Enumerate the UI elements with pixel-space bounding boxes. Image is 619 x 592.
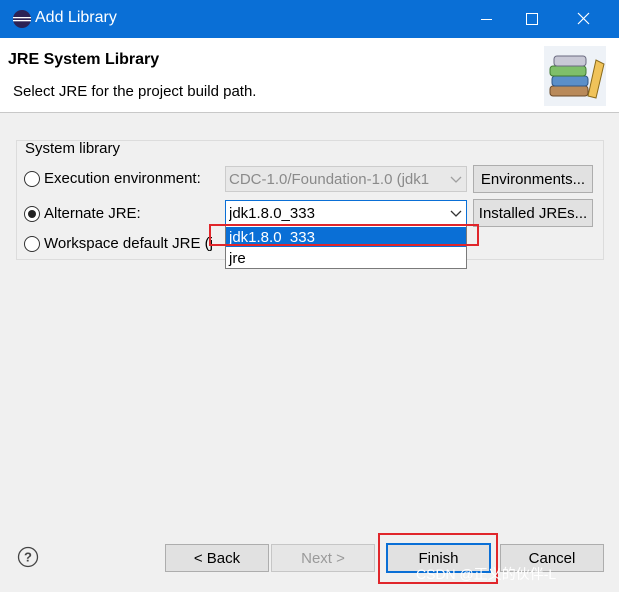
svg-text:?: ? xyxy=(24,550,32,565)
execution-environment-value: CDC-1.0/Foundation-1.0 (jdk1 xyxy=(229,171,430,188)
highlight-box-dropdown xyxy=(209,224,479,246)
execution-environment-radio[interactable] xyxy=(24,171,40,187)
minimize-icon[interactable] xyxy=(463,0,509,38)
execution-environment-label: Execution environment: xyxy=(44,170,201,187)
page-subtitle: Select JRE for the project build path. xyxy=(13,83,257,100)
execution-environment-combo[interactable]: CDC-1.0/Foundation-1.0 (jdk1 xyxy=(225,166,467,192)
window-title: Add Library xyxy=(35,9,117,26)
chevron-down-icon xyxy=(450,176,462,183)
back-button-label: < Back xyxy=(193,550,241,567)
group-label: System library xyxy=(25,140,121,157)
alternate-jre-label: Alternate JRE: xyxy=(44,205,141,222)
help-icon[interactable]: ? xyxy=(17,546,39,568)
wizard-header: JRE System Library Select JRE for the pr… xyxy=(0,38,619,110)
alternate-jre-value: jdk1.8.0_333 xyxy=(229,205,315,222)
workspace-default-jre-radio[interactable] xyxy=(24,236,40,252)
alternate-jre-radio[interactable] xyxy=(24,206,40,222)
eclipse-icon xyxy=(13,10,32,28)
next-button-label: Next > xyxy=(301,550,345,567)
back-button[interactable]: < Back xyxy=(165,544,269,572)
environments-button[interactable]: Environments... xyxy=(473,165,593,193)
close-icon[interactable] xyxy=(560,0,606,38)
next-button[interactable]: Next > xyxy=(271,544,375,572)
library-books-icon xyxy=(544,46,606,106)
page-title: JRE System Library xyxy=(8,51,160,68)
maximize-icon[interactable] xyxy=(509,0,555,38)
environments-button-label: Environments... xyxy=(480,171,586,188)
chevron-down-icon xyxy=(450,210,462,217)
watermark-text: CSDN @正义的伙伴-L xyxy=(416,566,557,582)
installed-jres-button[interactable]: Installed JREs... xyxy=(473,199,593,227)
dropdown-option-jre[interactable]: jre xyxy=(226,248,466,268)
workspace-default-jre-label: Workspace default JRE (j xyxy=(44,235,212,252)
alternate-jre-combo[interactable]: jdk1.8.0_333 xyxy=(225,200,467,226)
installed-jres-button-label: Installed JREs... xyxy=(478,205,588,222)
title-bar: Add Library xyxy=(0,0,619,38)
dropdown-option-label: jre xyxy=(229,250,246,267)
